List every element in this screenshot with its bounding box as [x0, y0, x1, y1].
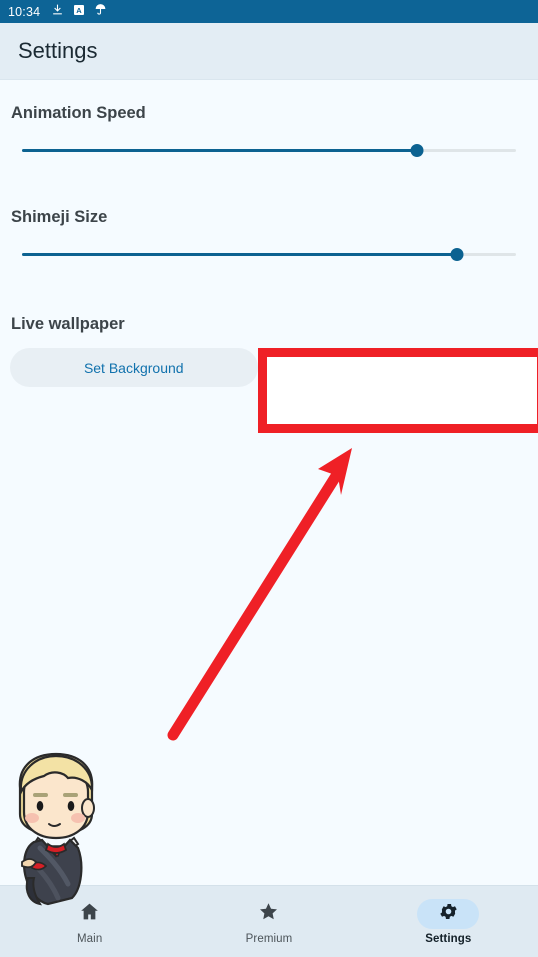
gear-icon — [438, 901, 459, 927]
animation-speed-slider[interactable] — [22, 135, 516, 165]
app-notification-icon: A — [73, 3, 85, 21]
status-bar-icons: A — [51, 3, 107, 21]
live-wallpaper-actions: Set Background Apply — [10, 348, 528, 387]
nav-pill-premium — [238, 899, 300, 929]
animation-speed-label: Animation Speed — [11, 104, 146, 122]
download-icon — [51, 3, 64, 21]
nav-item-premium[interactable]: Premium — [179, 886, 358, 957]
live-wallpaper-label: Live wallpaper — [11, 315, 125, 333]
app-bar: Settings — [0, 23, 538, 80]
app-root: 10:34 A Settings Animation Speed Shimeji… — [0, 0, 538, 957]
shimeji-character-sprite[interactable] — [8, 752, 104, 908]
umbrella-icon — [94, 3, 107, 21]
set-background-button[interactable]: Set Background — [10, 348, 258, 387]
status-bar-clock: 10:34 — [8, 4, 41, 19]
star-icon — [258, 901, 279, 927]
slider-fill — [22, 148, 418, 152]
settings-content: Animation Speed Shimeji Size Live wallpa… — [0, 80, 538, 906]
nav-label-settings: Settings — [425, 932, 472, 945]
slider-fill — [22, 252, 457, 256]
nav-pill-settings — [417, 898, 480, 929]
shimeji-size-label: Shimeji Size — [11, 208, 108, 226]
status-bar: 10:34 A — [0, 0, 538, 23]
page-title: Settings — [18, 38, 98, 63]
slider-thumb[interactable] — [450, 247, 464, 261]
apply-button[interactable]: Apply — [280, 348, 528, 387]
shimeji-size-slider[interactable] — [22, 239, 516, 269]
svg-text:A: A — [77, 6, 83, 15]
nav-label-main: Main — [77, 932, 103, 945]
nav-item-settings[interactable]: Settings — [359, 886, 538, 957]
nav-label-premium: Premium — [245, 932, 293, 945]
slider-thumb[interactable] — [410, 143, 424, 157]
